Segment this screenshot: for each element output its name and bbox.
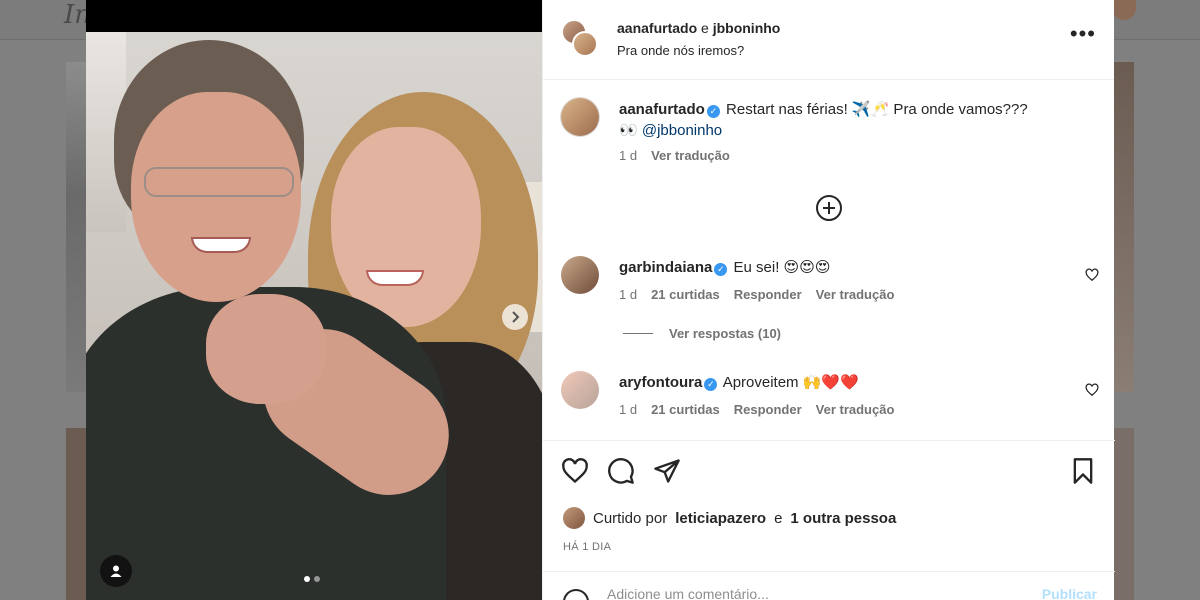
post-authors: aanafurtado e jbboninho: [617, 20, 780, 36]
comment-username[interactable]: garbindaiana: [619, 259, 712, 276]
emoji-icon[interactable]: [563, 589, 589, 600]
profile-avatar: [1112, 0, 1136, 20]
caption-time[interactable]: 1 d: [619, 148, 637, 163]
woman-smile: [366, 270, 424, 286]
comments-list: aanafurtado ✓ Restart nas férias! ✈️🥂 Pra…: [543, 80, 1115, 440]
comment-icon[interactable]: [607, 457, 635, 485]
comment-time[interactable]: 1 d: [619, 402, 637, 417]
add-comment-input[interactable]: [607, 586, 987, 600]
background-post-tile: [66, 428, 86, 600]
carousel-dot: [314, 576, 320, 582]
post-location[interactable]: Pra onde nós iremos?: [617, 43, 744, 58]
comment-like-heart-icon[interactable]: [1085, 268, 1099, 282]
verified-icon: ✓: [714, 263, 728, 276]
caption-text: Restart nas férias! ✈️🥂 Pra onde vamos??…: [726, 101, 1028, 118]
load-more-comments-icon[interactable]: [815, 194, 843, 222]
verified-icon: ✓: [704, 378, 718, 391]
comment-text: Eu sei! 😍😍😍: [733, 259, 831, 276]
post-date[interactable]: HÁ 1 DIA: [563, 541, 611, 553]
photo-image: [86, 32, 542, 600]
comment-reply-button[interactable]: Responder: [734, 287, 802, 302]
comment-reply-button[interactable]: Responder: [734, 402, 802, 417]
publish-button[interactable]: Publicar: [1042, 586, 1097, 600]
post-header: aanafurtado e jbboninho Pra onde nós ire…: [543, 0, 1114, 80]
background-post-tile: [1114, 62, 1134, 392]
tagged-users-button[interactable]: [100, 555, 132, 587]
user-icon: [110, 565, 122, 577]
man-smile: [191, 237, 251, 253]
liked-by-others[interactable]: 1 outra pessoa: [790, 510, 896, 527]
authors-conjunction: e: [701, 20, 709, 36]
chevron-right-icon: [512, 311, 520, 323]
comment-username[interactable]: aryfontoura: [619, 374, 702, 391]
comment-avatar[interactable]: [561, 256, 599, 294]
man-glasses: [144, 167, 294, 197]
caption-emoji: 👀: [619, 122, 638, 139]
comment-meta: 1 d 21 curtidas Responder Ver tradução: [619, 402, 894, 417]
comment-time[interactable]: 1 d: [619, 287, 637, 302]
post-modal: aanafurtado e jbboninho Pra onde nós ire…: [86, 0, 1115, 600]
caption-meta: 1 d Ver tradução: [619, 148, 730, 163]
caption-body: aanafurtado ✓ Restart nas férias! ✈️🥂 Pra…: [619, 99, 1063, 141]
caption-avatar[interactable]: [561, 98, 599, 136]
collaborator-username[interactable]: jbboninho: [713, 20, 781, 36]
author-username[interactable]: aanafurtado: [617, 20, 697, 36]
verified-icon: ✓: [706, 105, 720, 118]
comment-translate-link[interactable]: Ver tradução: [816, 287, 895, 302]
comment-body: garbindaiana ✓ Eu sei! 😍😍😍: [619, 257, 1063, 278]
comment-body: aryfontoura ✓ Aproveitem 🙌❤️❤️: [619, 372, 1063, 393]
liked-by-user[interactable]: leticiapazero: [675, 510, 766, 527]
liked-by-conjunction: e: [774, 509, 783, 527]
post-photo: [86, 0, 542, 600]
view-replies-label: Ver respostas (10): [669, 326, 782, 341]
share-icon[interactable]: [653, 457, 681, 485]
caption-username[interactable]: aanafurtado: [619, 101, 705, 118]
carousel-indicator: [304, 576, 320, 582]
caption-mention[interactable]: @jbboninho: [642, 122, 722, 139]
background-post-tile: [1114, 428, 1134, 600]
comment-translate-link[interactable]: Ver tradução: [816, 402, 895, 417]
post-details-panel: aanafurtado e jbboninho Pra onde nós ire…: [542, 0, 1115, 600]
save-bookmark-icon[interactable]: [1069, 457, 1097, 485]
like-heart-icon[interactable]: [561, 457, 589, 485]
background-post-tile: [66, 62, 86, 392]
comment-likes[interactable]: 21 curtidas: [651, 402, 720, 417]
liked-by-prefix: Curtido por: [593, 509, 668, 527]
comment-like-heart-icon[interactable]: [1085, 383, 1099, 397]
liked-by-avatar[interactable]: [563, 507, 585, 529]
collaborator-avatar[interactable]: [572, 31, 598, 57]
view-replies-link[interactable]: Ver respostas (10): [623, 326, 781, 341]
man-hand: [206, 294, 326, 404]
comment-likes[interactable]: 21 curtidas: [651, 287, 720, 302]
caption-translate-link[interactable]: Ver tradução: [651, 148, 730, 163]
comment-avatar[interactable]: [561, 371, 599, 409]
comment-text: Aproveitem 🙌❤️❤️: [722, 374, 859, 391]
liked-by: Curtido por leticiapazero e 1 outra pess…: [563, 507, 896, 529]
replies-divider: [623, 333, 653, 334]
more-options-icon[interactable]: •••: [1070, 23, 1096, 45]
man-face: [131, 92, 301, 302]
carousel-dot-active: [304, 576, 310, 582]
post-actions: Curtido por leticiapazero e 1 outra pess…: [543, 440, 1115, 570]
add-comment-bar: Publicar: [543, 571, 1115, 600]
comment-meta: 1 d 21 curtidas Responder Ver tradução: [619, 287, 894, 302]
carousel-next-button[interactable]: [502, 304, 528, 330]
